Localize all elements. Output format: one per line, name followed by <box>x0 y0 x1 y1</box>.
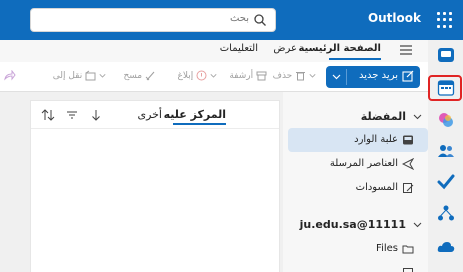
move-folder-icon <box>85 70 96 81</box>
tab-help[interactable]: التعليمات <box>220 43 258 54</box>
delete-button[interactable]: حذف <box>273 70 316 81</box>
folder-icon <box>403 268 413 272</box>
folder-label: علبة الوارد <box>354 134 398 145</box>
arrow-down-icon[interactable] <box>89 108 103 122</box>
ribbon-tabs: الصفحة الرئيسية عرض التعليمات <box>0 40 428 62</box>
chevron-down-icon <box>309 74 316 78</box>
account-label: ju.edu.sa@11111 <box>299 218 406 231</box>
inbox-icon <box>403 135 413 145</box>
favorites-header[interactable]: المفضلة <box>288 104 428 128</box>
org-explorer-icon[interactable] <box>437 204 455 222</box>
sweep-button[interactable]: مسح <box>123 70 156 81</box>
sort-icon[interactable] <box>41 108 55 122</box>
focused-underline <box>173 123 226 125</box>
folder-pane: المفضلة علبة الوارد العناصر المرسلة المس… <box>283 92 428 272</box>
report-label: إبلاغ <box>177 71 194 81</box>
list-tools <box>41 108 111 122</box>
chevron-down-icon <box>210 74 217 78</box>
search-input[interactable] <box>59 13 249 24</box>
folder-drafts[interactable]: المسودات <box>288 176 428 200</box>
app-launcher-icon[interactable] <box>437 12 453 28</box>
onedrive-icon[interactable] <box>437 238 455 256</box>
search-box[interactable] <box>30 8 276 32</box>
chevron-down-icon <box>413 114 422 120</box>
report-icon <box>196 70 207 81</box>
report-button[interactable]: إبلاغ <box>178 70 218 81</box>
outlook-window: Outlook الصفحة الرئيسية عرض التعليمات بر <box>0 0 463 272</box>
compose-icon <box>402 70 414 82</box>
tab-view[interactable]: عرض <box>273 43 297 54</box>
folder-files[interactable]: Files <box>288 237 428 261</box>
chevron-down-icon <box>413 222 422 228</box>
chevron-down-icon[interactable] <box>332 72 341 81</box>
move-to-button[interactable]: نقل إلى <box>53 70 106 81</box>
send-icon <box>402 158 414 170</box>
message-list: المركز عليه أخرى <box>30 100 280 272</box>
move-to-label: نقل إلى <box>52 71 83 81</box>
new-mail-button[interactable]: بريد جديد <box>326 66 420 88</box>
broom-icon <box>145 71 155 81</box>
search-icon <box>254 14 266 26</box>
tab-home[interactable]: الصفحة الرئيسية <box>298 43 381 54</box>
new-mail-label: بريد جديد <box>359 70 398 81</box>
draft-icon <box>403 183 414 193</box>
folder-icon <box>402 245 414 254</box>
copilot-icon[interactable] <box>437 111 455 129</box>
app-bar <box>428 40 463 272</box>
command-toolbar: بريد جديد حذف أرشفة إبلاغ مسح نقل إلى <box>0 62 428 92</box>
tab-home-underline <box>329 58 381 60</box>
trash-icon <box>296 72 306 81</box>
folder-sent[interactable]: العناصر المرسلة <box>288 152 428 176</box>
calendar-icon[interactable] <box>437 79 455 97</box>
folder-next[interactable] <box>288 261 428 272</box>
favorites-label: المفضلة <box>360 110 406 123</box>
forward-arrow-icon <box>4 69 16 81</box>
delete-label: حذف <box>272 71 293 81</box>
archive-button[interactable]: أرشفة <box>229 70 267 81</box>
top-header: Outlook <box>0 0 463 40</box>
mail-icon[interactable] <box>437 46 455 64</box>
list-divider <box>31 128 279 129</box>
folder-label: المسودات <box>355 182 398 193</box>
forward-button[interactable] <box>4 69 16 81</box>
people-icon[interactable] <box>437 142 455 160</box>
sweep-label: مسح <box>123 71 143 81</box>
folder-label: العناصر المرسلة <box>329 158 398 169</box>
archive-icon <box>256 71 267 81</box>
hamburger-menu-icon[interactable] <box>400 45 412 55</box>
chevron-down-icon <box>99 74 106 78</box>
folder-label: Files <box>376 243 398 254</box>
todo-icon[interactable] <box>437 173 455 191</box>
split-divider <box>346 69 347 85</box>
filter-icon[interactable] <box>65 108 79 122</box>
folder-inbox[interactable]: علبة الوارد <box>288 128 428 152</box>
archive-label: أرشفة <box>229 71 254 81</box>
tab-focused[interactable]: المركز عليه <box>164 108 226 121</box>
app-title[interactable]: Outlook <box>368 11 421 25</box>
tab-other[interactable]: أخرى <box>137 108 162 121</box>
account-header[interactable]: ju.edu.sa@11111 <box>288 212 428 236</box>
